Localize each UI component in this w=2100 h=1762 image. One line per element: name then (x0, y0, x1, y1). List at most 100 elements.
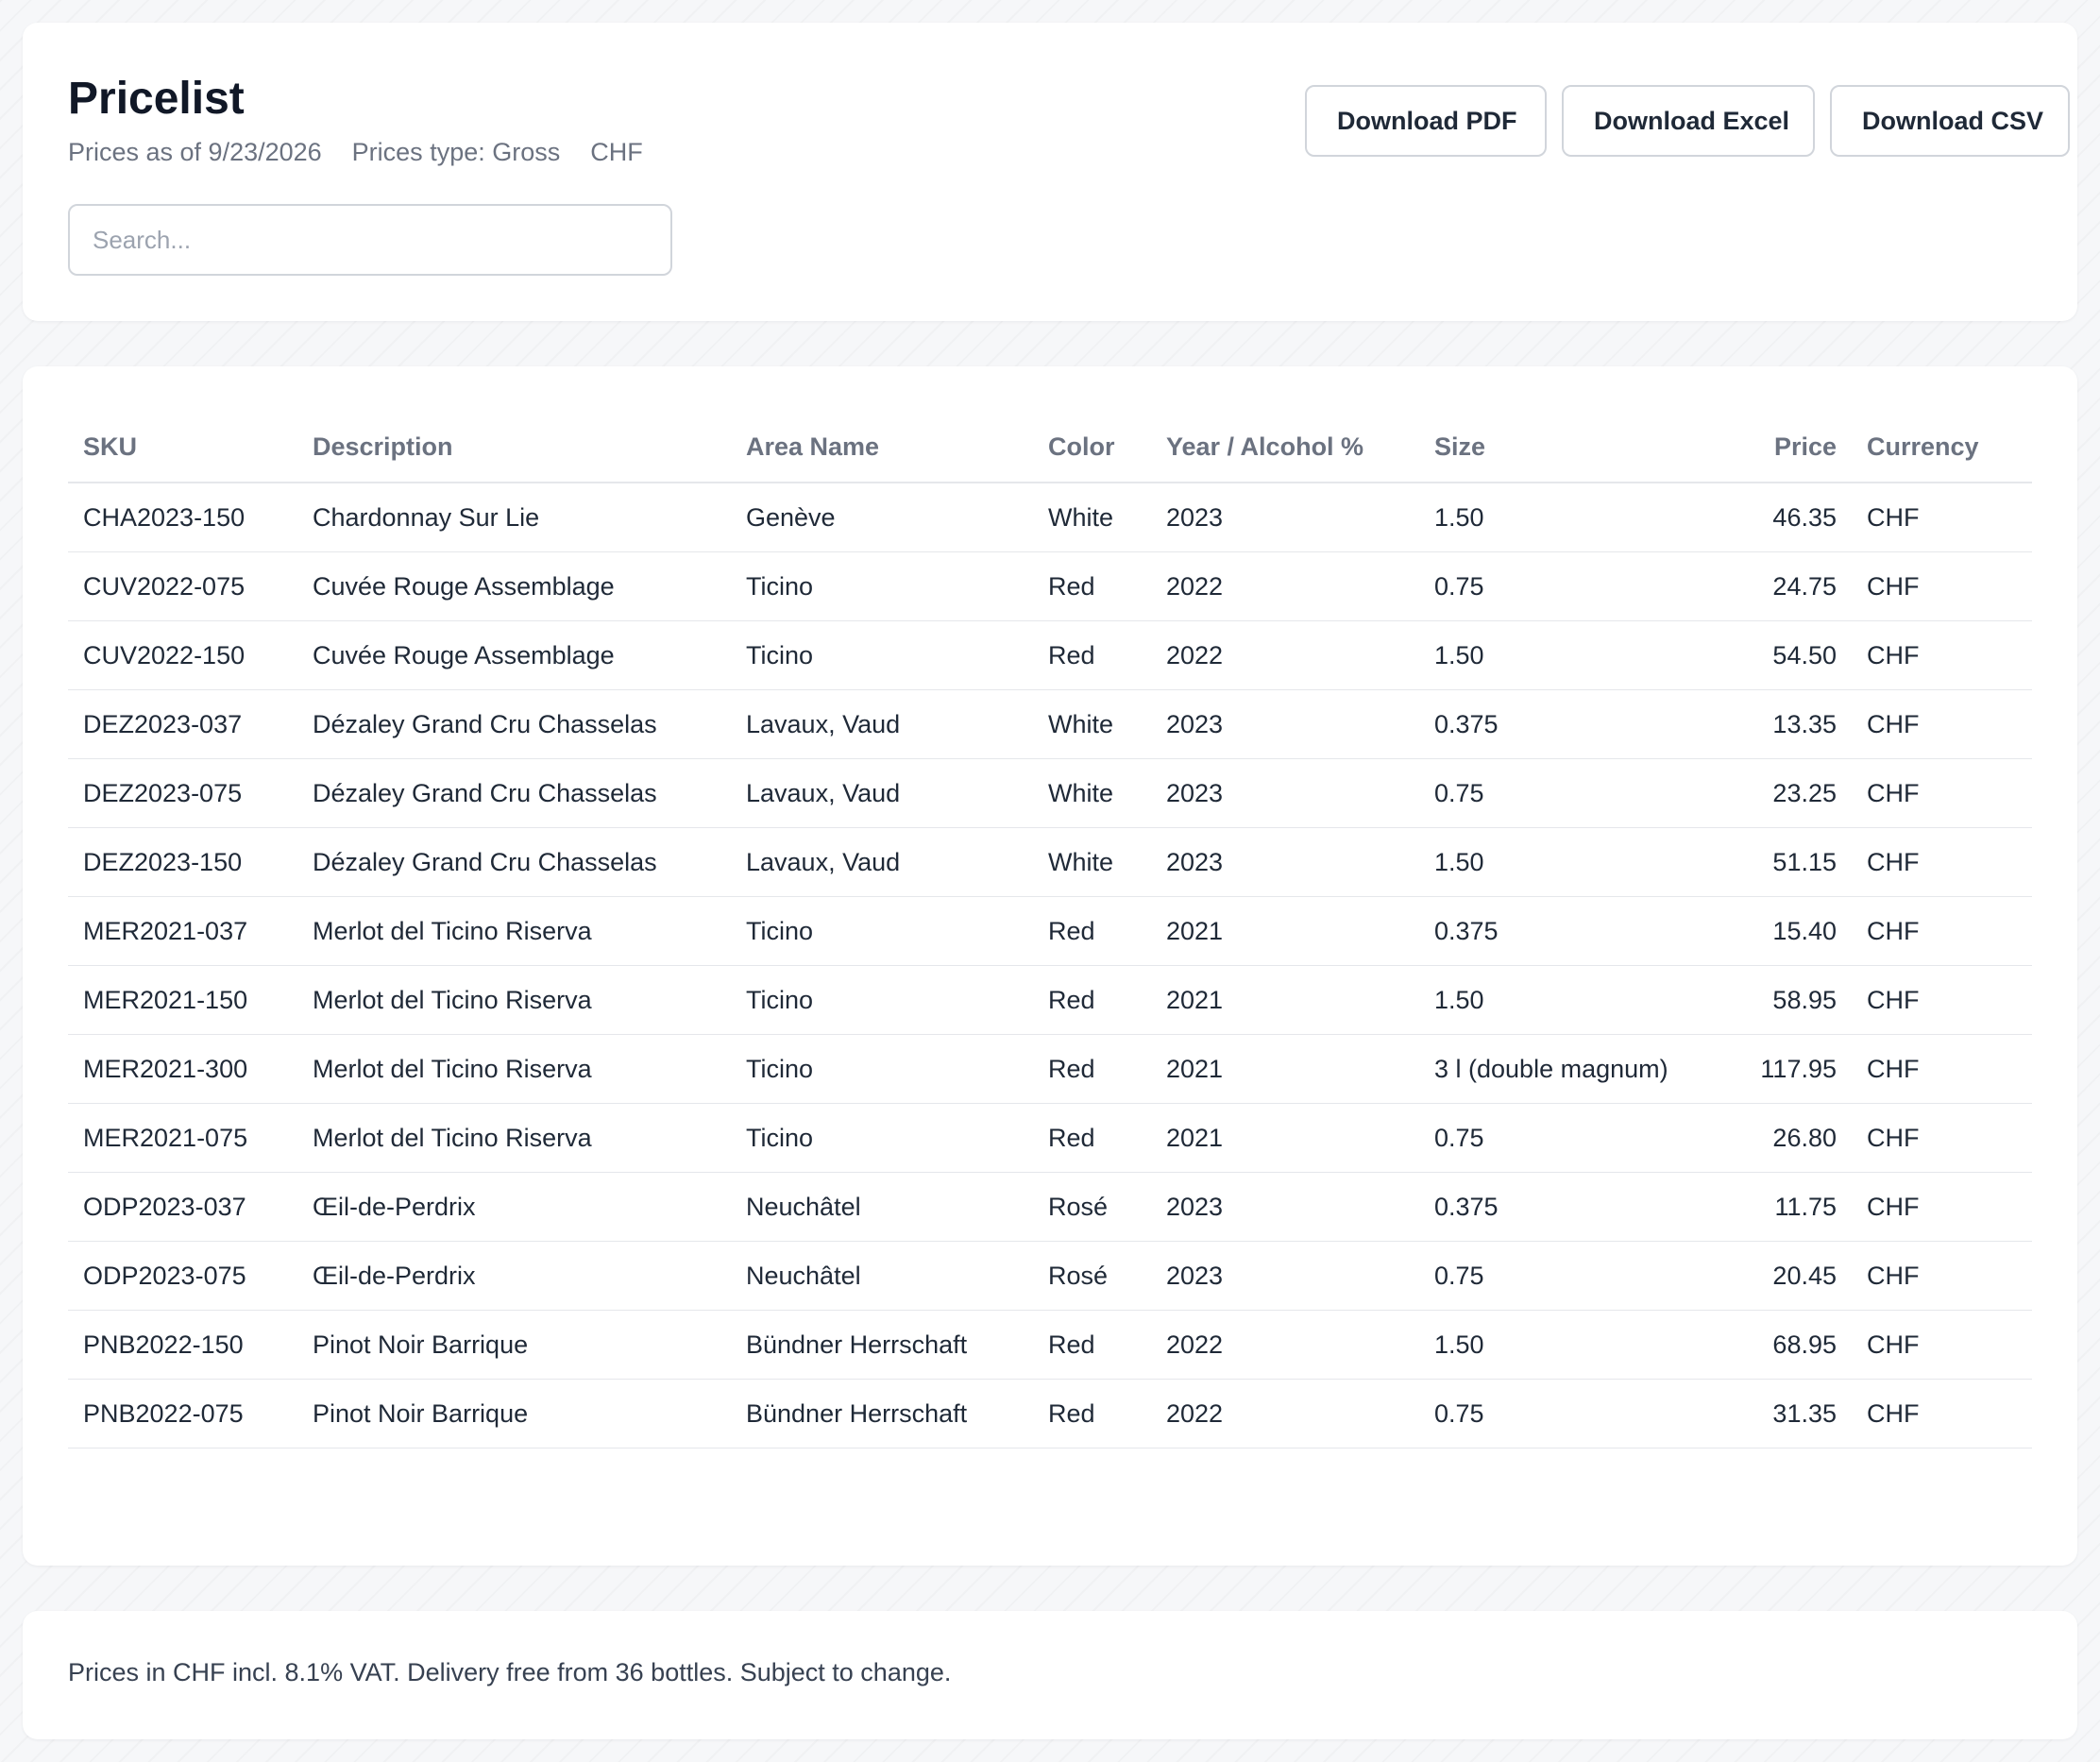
cell-year: 2021 (1151, 1034, 1419, 1104)
column-header-sku: SKU (68, 412, 297, 483)
cell-color: Red (1033, 620, 1151, 690)
cell-color: Red (1033, 1034, 1151, 1104)
cell-color: Rosé (1033, 1172, 1151, 1242)
cell-price: 20.45 (1719, 1241, 1852, 1311)
cell-sku: CUV2022-150 (68, 620, 297, 690)
cell-area: Bündner Herrschaft (731, 1379, 1033, 1449)
table-row: PNB2022-075 Pinot Noir Barrique Bündner He… (68, 1379, 2032, 1449)
cell-sku: PNB2022-150 (68, 1310, 297, 1380)
cell-sku: DEZ2023-037 (68, 689, 297, 759)
cell-price: 13.35 (1719, 689, 1852, 759)
cell-currency: CHF (1852, 827, 2032, 897)
column-header-price: Price (1719, 412, 1852, 483)
cell-color: White (1033, 483, 1151, 552)
cell-sku: DEZ2023-075 (68, 758, 297, 828)
cell-color: Red (1033, 965, 1151, 1035)
cell-area: Lavaux, Vaud (731, 689, 1033, 759)
cell-size: 0.75 (1419, 1241, 1719, 1311)
page-title: Pricelist (68, 74, 245, 124)
cell-sku: PNB2022-075 (68, 1379, 297, 1449)
pricelist-table: SKU Description Area Name Color Year / A… (68, 412, 2032, 1449)
cell-price: 26.80 (1719, 1103, 1852, 1173)
cell-price: 15.40 (1719, 896, 1852, 966)
table-row: CUV2022-150 Cuvée Rouge Assemblage Ticino R… (68, 620, 2032, 690)
table-row: DEZ2023-037 Dézaley Grand Cru Chasselas La… (68, 689, 2032, 759)
download-actions: Download PDF Download Excel Download CSV (1305, 85, 2070, 157)
cell-description: Dézaley Grand Cru Chasselas (297, 689, 731, 759)
cell-area: Neuchâtel (731, 1172, 1033, 1242)
table-header-row: SKU Description Area Name Color Year / A… (68, 412, 2032, 483)
cell-color: White (1033, 827, 1151, 897)
cell-description: Dézaley Grand Cru Chasselas (297, 758, 731, 828)
cell-price: 117.95 (1719, 1034, 1852, 1104)
download-excel-button[interactable]: Download Excel (1562, 85, 1815, 157)
column-header-currency: Currency (1852, 412, 2032, 483)
cell-area: Lavaux, Vaud (731, 758, 1033, 828)
cell-year: 2023 (1151, 483, 1419, 552)
cell-price: 58.95 (1719, 965, 1852, 1035)
cell-year: 2022 (1151, 551, 1419, 621)
cell-size: 0.75 (1419, 551, 1719, 621)
cell-size: 1.50 (1419, 965, 1719, 1035)
cell-year: 2023 (1151, 689, 1419, 759)
cell-description: Merlot del Ticino Riserva (297, 965, 731, 1035)
header-card: Pricelist Prices as of 9/23/2026 Prices … (23, 23, 2077, 321)
cell-area: Ticino (731, 551, 1033, 621)
column-header-color: Color (1033, 412, 1151, 483)
cell-color: Rosé (1033, 1241, 1151, 1311)
cell-size: 1.50 (1419, 483, 1719, 552)
pricelist-card: SKU Description Area Name Color Year / A… (23, 366, 2077, 1566)
cell-size: 1.50 (1419, 827, 1719, 897)
cell-size: 0.75 (1419, 1379, 1719, 1449)
search-input[interactable] (68, 204, 672, 276)
cell-color: White (1033, 758, 1151, 828)
table-row: MER2021-150 Merlot del Ticino Riserva Tici… (68, 965, 2032, 1035)
footer-card: Prices in CHF incl. 8.1% VAT. Delivery f… (23, 1611, 2077, 1739)
table-row: DEZ2023-150 Dézaley Grand Cru Chasselas La… (68, 827, 2032, 897)
cell-color: Red (1033, 1310, 1151, 1380)
cell-currency: CHF (1852, 1241, 2032, 1311)
table-row: MER2021-075 Merlot del Ticino Riserva Tici… (68, 1103, 2032, 1173)
cell-price: 11.75 (1719, 1172, 1852, 1242)
table-row: ODP2023-075 Œil-de-Perdrix Neuchâtel Rosé 20… (68, 1241, 2032, 1311)
cell-description: Merlot del Ticino Riserva (297, 1034, 731, 1104)
cell-year: 2021 (1151, 896, 1419, 966)
cell-area: Neuchâtel (731, 1241, 1033, 1311)
cell-area: Ticino (731, 1034, 1033, 1104)
cell-currency: CHF (1852, 483, 2032, 552)
cell-price: 31.35 (1719, 1379, 1852, 1449)
cell-description: Cuvée Rouge Assemblage (297, 551, 731, 621)
cell-description: Pinot Noir Barrique (297, 1310, 731, 1380)
cell-size: 0.75 (1419, 1103, 1719, 1173)
cell-year: 2022 (1151, 1379, 1419, 1449)
cell-price: 54.50 (1719, 620, 1852, 690)
cell-color: Red (1033, 551, 1151, 621)
prices-as-of: Prices as of 9/23/2026 (68, 138, 322, 166)
cell-sku: CHA2023-150 (68, 483, 297, 552)
cell-year: 2021 (1151, 1103, 1419, 1173)
cell-sku: ODP2023-075 (68, 1241, 297, 1311)
cell-color: White (1033, 689, 1151, 759)
cell-size: 0.375 (1419, 1172, 1719, 1242)
download-pdf-button[interactable]: Download PDF (1305, 85, 1547, 157)
cell-size: 1.50 (1419, 1310, 1719, 1380)
cell-sku: MER2021-075 (68, 1103, 297, 1173)
cell-year: 2023 (1151, 1241, 1419, 1311)
cell-description: Dézaley Grand Cru Chasselas (297, 827, 731, 897)
cell-description: Œil-de-Perdrix (297, 1172, 731, 1242)
cell-size: 3 l (double magnum) (1419, 1034, 1719, 1104)
cell-color: Red (1033, 1379, 1151, 1449)
download-csv-button[interactable]: Download CSV (1830, 85, 2070, 157)
footer-note: Prices in CHF incl. 8.1% VAT. Delivery f… (68, 1658, 952, 1686)
cell-description: Merlot del Ticino Riserva (297, 896, 731, 966)
cell-currency: CHF (1852, 1379, 2032, 1449)
cell-description: Œil-de-Perdrix (297, 1241, 731, 1311)
cell-area: Ticino (731, 1103, 1033, 1173)
cell-price: 24.75 (1719, 551, 1852, 621)
cell-size: 0.375 (1419, 689, 1719, 759)
cell-color: Red (1033, 1103, 1151, 1173)
cell-area: Ticino (731, 965, 1033, 1035)
cell-description: Cuvée Rouge Assemblage (297, 620, 731, 690)
cell-size: 0.75 (1419, 758, 1719, 828)
cell-sku: MER2021-300 (68, 1034, 297, 1104)
